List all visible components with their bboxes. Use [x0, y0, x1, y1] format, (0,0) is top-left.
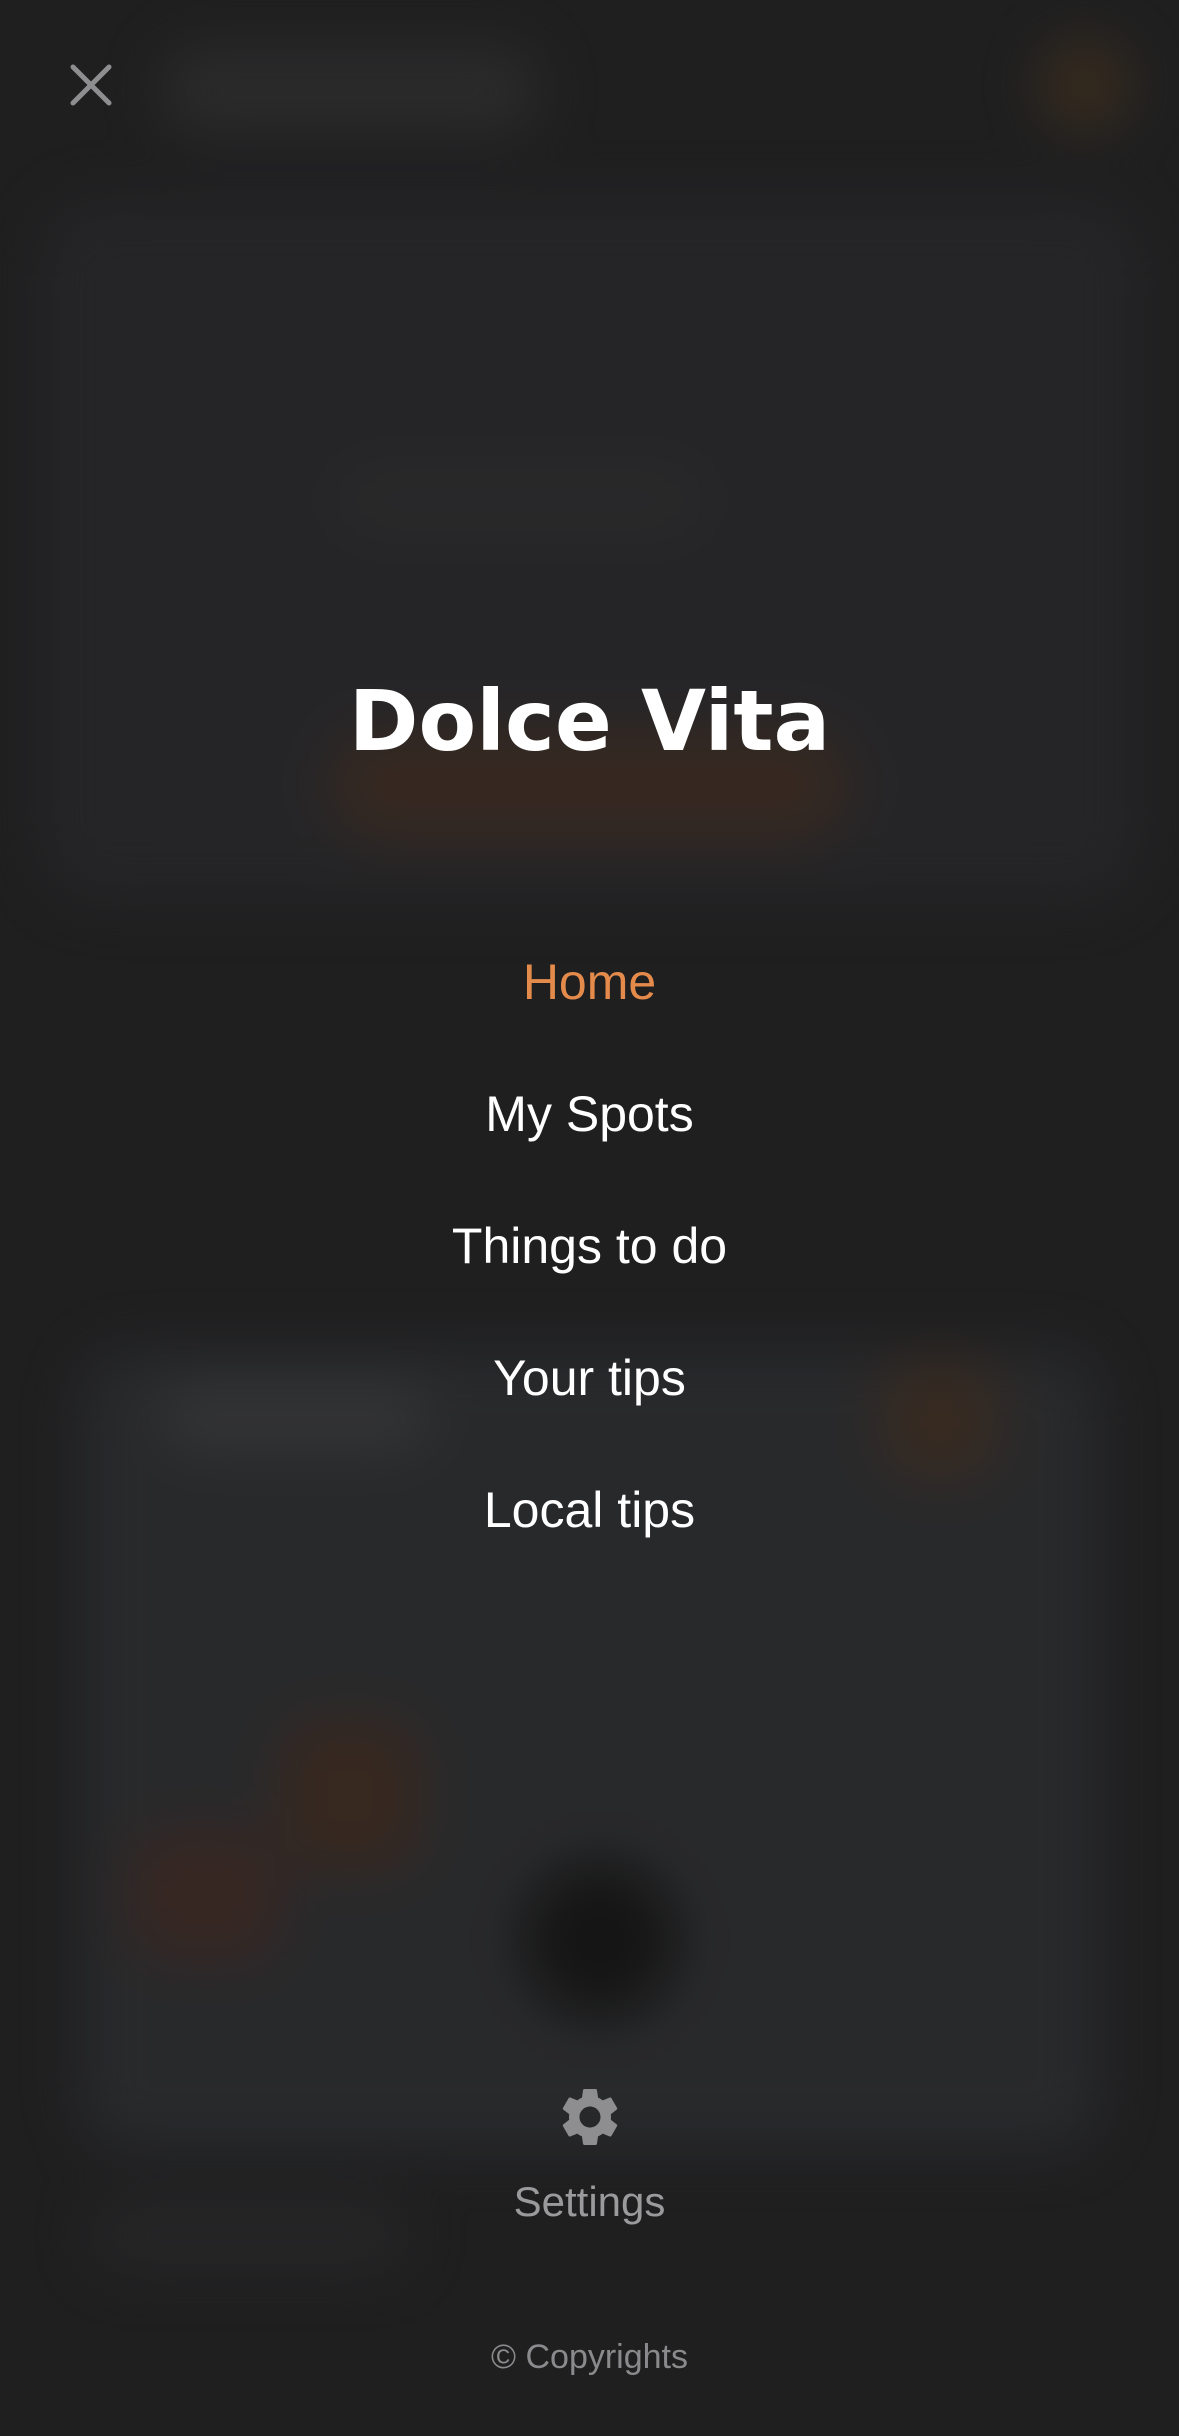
settings-button[interactable]: Settings: [0, 2082, 1179, 2226]
settings-label: Settings: [513, 2178, 666, 2225]
menu-item-my-spots: My Spots: [0, 1072, 1179, 1204]
gear-icon: [562, 2089, 617, 2145]
close-icon: [70, 64, 112, 106]
menu-link-local-tips[interactable]: Local tips: [484, 1468, 695, 1552]
menu-item-local-tips: Local tips: [0, 1468, 1179, 1600]
copyright-text: © Copyrights: [490, 2338, 688, 2376]
menu-link-things-to-do[interactable]: Things to do: [452, 1204, 727, 1288]
menu-item-your-tips: Your tips: [0, 1336, 1179, 1468]
menu-link-home[interactable]: Home: [523, 940, 656, 1024]
menu-link-my-spots[interactable]: My Spots: [485, 1072, 693, 1156]
main-menu: Home My Spots Things to do Your tips Loc…: [0, 940, 1179, 1600]
menu-item-things-to-do: Things to do: [0, 1204, 1179, 1336]
menu-item-home: Home: [0, 940, 1179, 1072]
menu-screen: Dolce Vita Home My Spots Things to do Yo…: [0, 0, 1179, 2436]
app-title: Dolce Vita: [348, 672, 831, 770]
nav-overlay: Dolce Vita Home My Spots Things to do Yo…: [0, 0, 1179, 2436]
menu-link-your-tips[interactable]: Your tips: [493, 1336, 686, 1420]
close-button[interactable]: [56, 50, 126, 120]
